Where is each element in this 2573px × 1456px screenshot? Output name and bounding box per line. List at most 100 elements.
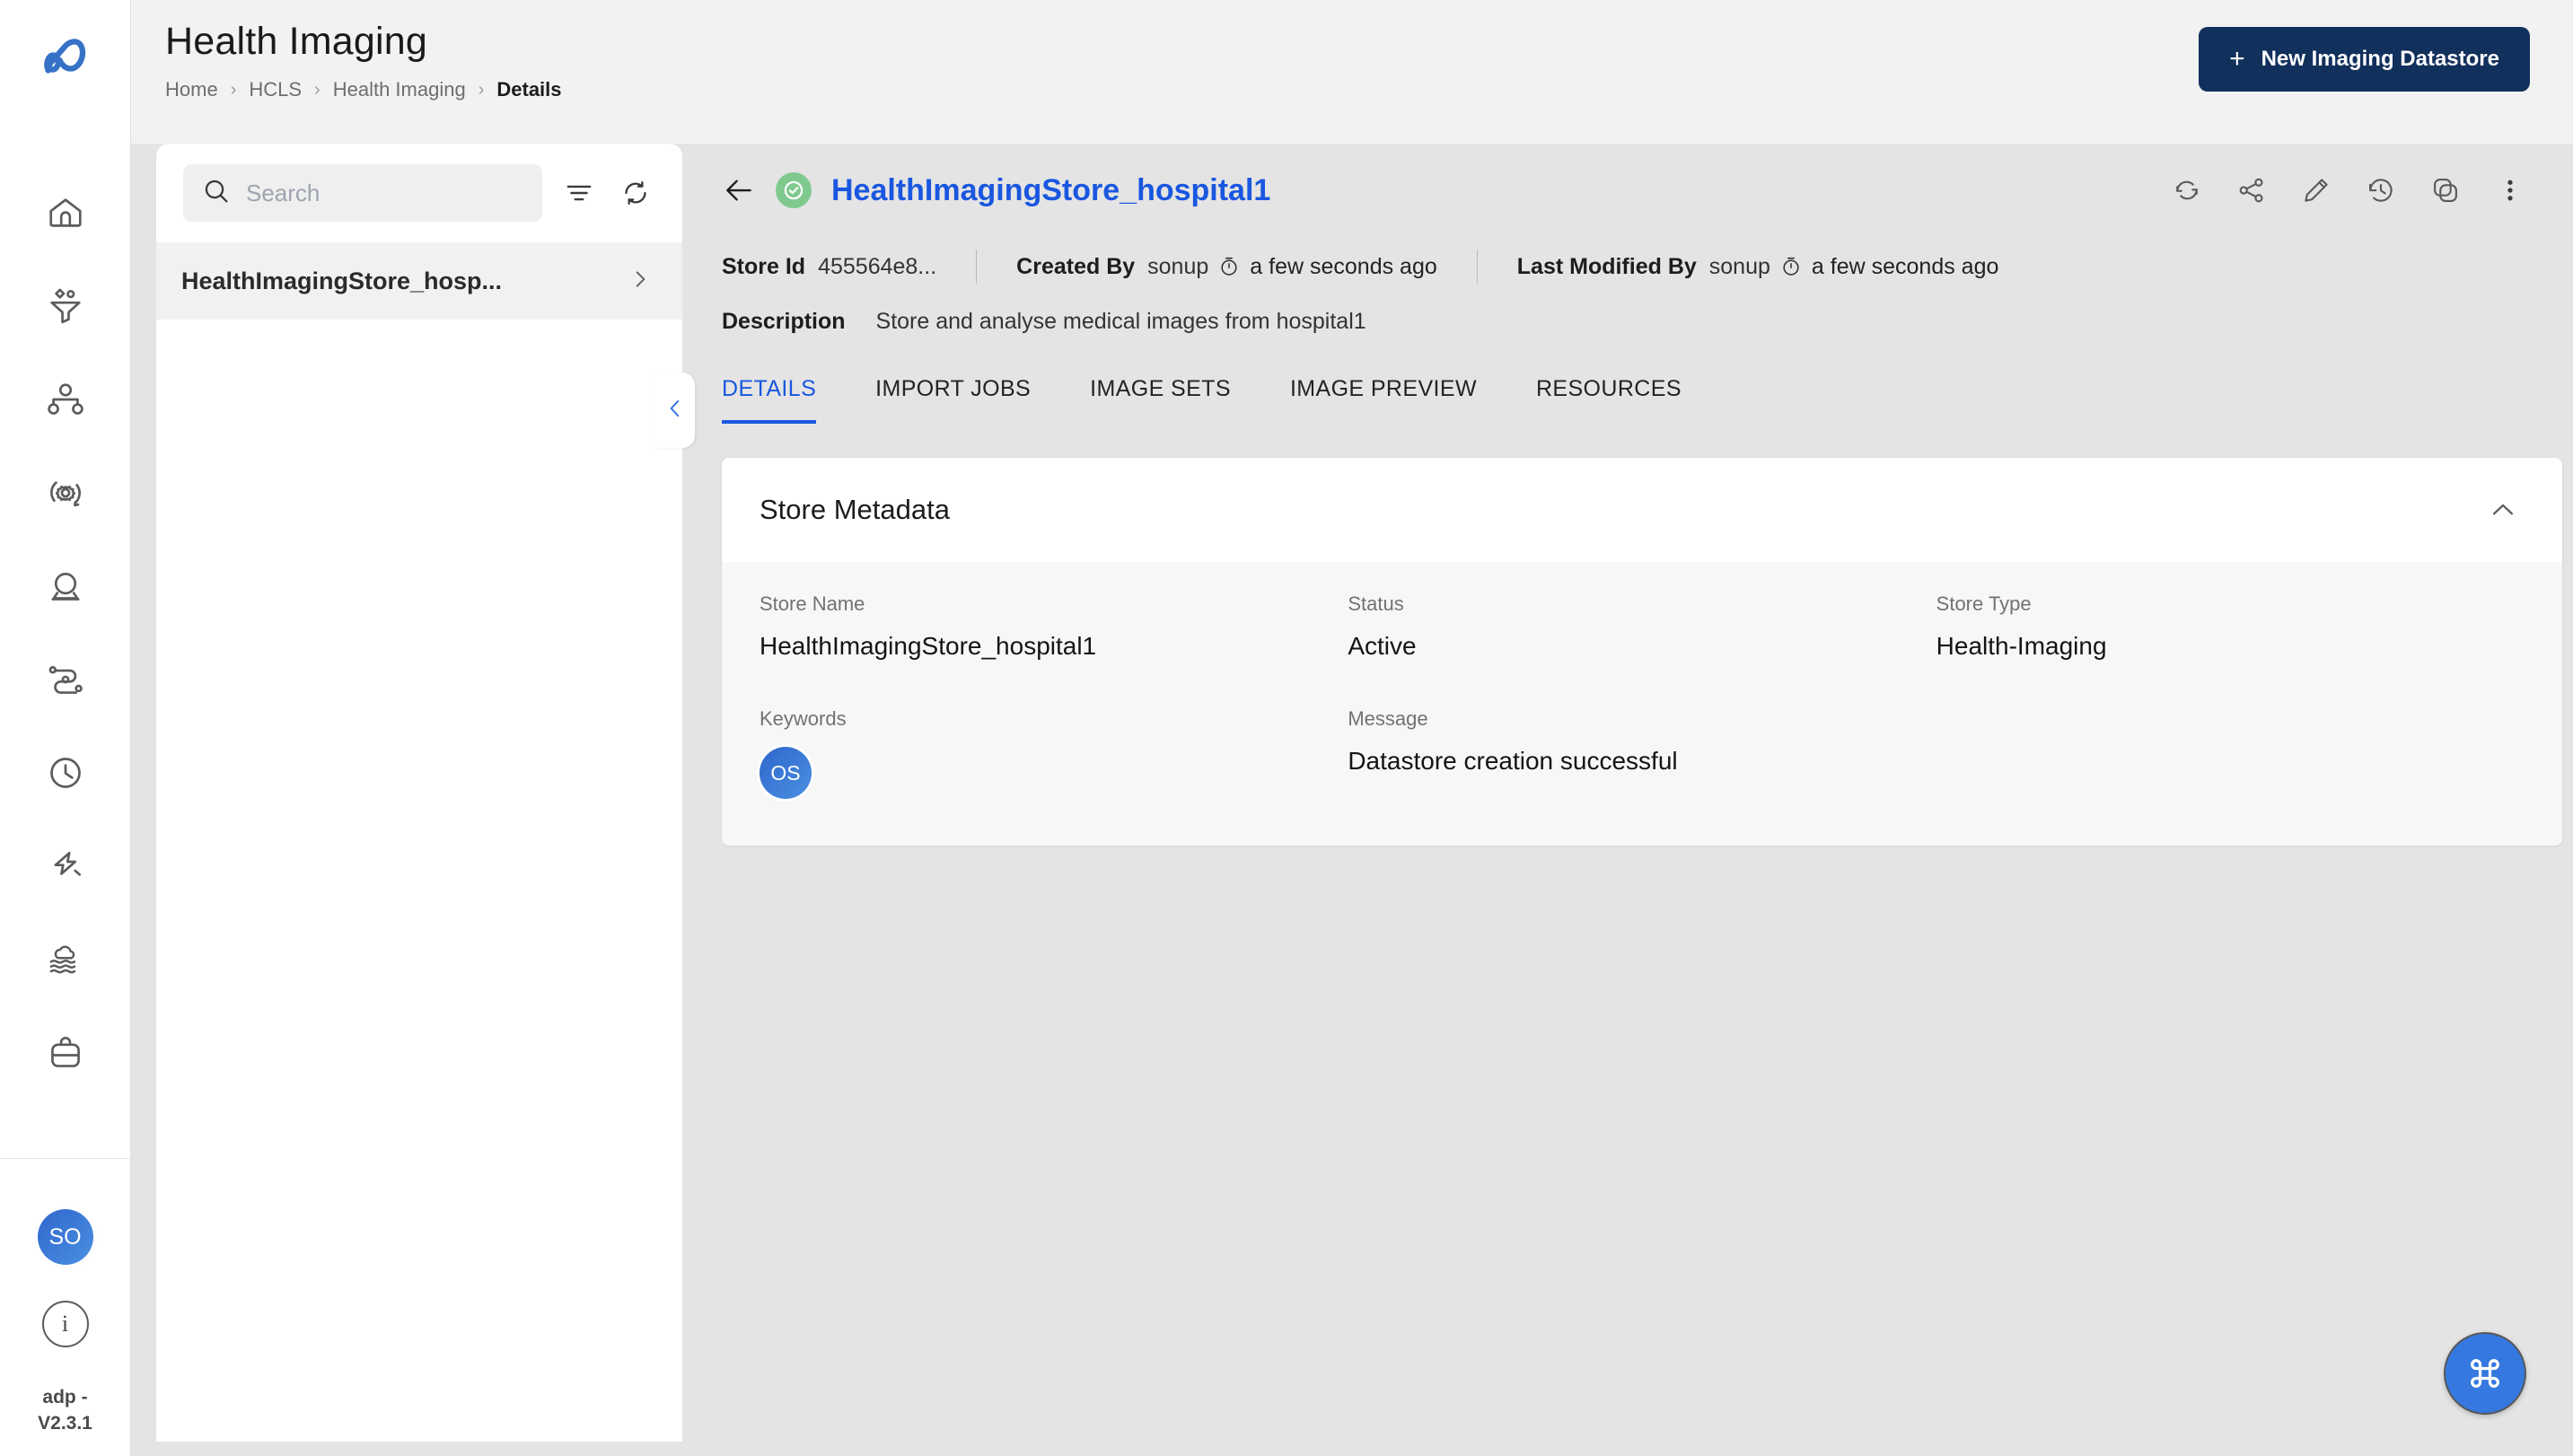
new-imaging-datastore-label: New Imaging Datastore xyxy=(2261,47,2499,71)
detail-actions xyxy=(2167,171,2533,210)
chevron-right-icon: › xyxy=(478,79,485,100)
sidebar-item-hierarchy[interactable] xyxy=(38,372,93,427)
breadcrumb: Home › HCLS › Health Imaging › Details xyxy=(165,78,562,101)
app-logo[interactable] xyxy=(0,0,130,110)
new-imaging-datastore-button[interactable]: + New Imaging Datastore xyxy=(2199,27,2530,92)
sidebar-item-pipeline[interactable] xyxy=(38,652,93,707)
field-value: Active xyxy=(1348,632,1417,660)
detail-header: HealthImagingStore_hospital1 xyxy=(722,144,2533,210)
field-label: Keywords xyxy=(760,707,847,730)
command-icon xyxy=(2471,1359,2499,1388)
tab-import-jobs[interactable]: IMPORT JOBS xyxy=(875,376,1031,424)
top-bar: Health Imaging Home › HCLS › Health Imag… xyxy=(131,0,2573,144)
detail-tabs: DETAILS IMPORT JOBS IMAGE SETS IMAGE PRE… xyxy=(722,376,2533,424)
metadata-row-2: Keywords OS Message Datastore creation s… xyxy=(760,707,2525,799)
chevron-right-icon: › xyxy=(230,79,237,100)
breadcrumb-item-hcls[interactable]: HCLS xyxy=(249,78,302,101)
divider xyxy=(976,250,978,284)
field-message: Message Datastore creation successful xyxy=(1348,707,1936,799)
sync-icon[interactable] xyxy=(2167,171,2207,210)
check-circle-icon xyxy=(776,172,812,208)
content-body: HealthImagingStore_hosp... xyxy=(131,144,2573,1456)
description-value: Store and analyse medical images from ho… xyxy=(875,309,1366,334)
card-title: Store Metadata xyxy=(760,494,950,525)
store-id-value: 455564e8... xyxy=(818,253,937,279)
metadata-row-1: Store Name HealthImagingStore_hospital1 … xyxy=(760,592,2525,661)
main-area: Health Imaging Home › HCLS › Health Imag… xyxy=(131,0,2573,1456)
store-id-label: Store Id xyxy=(722,253,806,279)
detail-title[interactable]: HealthImagingStore_hospital1 xyxy=(831,173,1270,208)
chevron-up-icon[interactable] xyxy=(2481,488,2525,531)
sidebar-item-basket[interactable] xyxy=(38,1025,93,1081)
divider xyxy=(1476,250,1478,284)
clock-icon xyxy=(1217,255,1241,278)
share-icon[interactable] xyxy=(2232,171,2271,210)
breadcrumb-item-home[interactable]: Home xyxy=(165,78,218,101)
created-by-label: Created By xyxy=(1016,253,1136,279)
chevron-left-icon xyxy=(663,391,687,430)
last-modified-user: sonup xyxy=(1708,253,1770,279)
last-modified-label: Last Modified By xyxy=(1516,253,1697,279)
clock-icon xyxy=(1779,255,1803,278)
plus-icon: + xyxy=(2229,44,2245,74)
collapse-panel-button[interactable] xyxy=(655,373,695,448)
title-block: Health Imaging Home › HCLS › Health Imag… xyxy=(165,20,562,101)
breadcrumb-item-details: Details xyxy=(496,78,562,101)
command-palette-button[interactable] xyxy=(2444,1332,2526,1415)
field-status: Status Active xyxy=(1348,592,1936,661)
arrow-left-icon[interactable] xyxy=(722,173,756,207)
app-root: SO i adp - V2.3.1 Health Imaging Home › … xyxy=(0,0,2573,1456)
field-label: Store Type xyxy=(1936,592,2032,615)
card-body: Store Name HealthImagingStore_hospital1 … xyxy=(722,562,2562,846)
refresh-icon[interactable] xyxy=(615,171,655,215)
sidebar-item-insights[interactable] xyxy=(38,558,93,614)
detail-panel: HealthImagingStore_hospital1 Store Id 45… xyxy=(682,144,2573,1456)
search-input-wrapper[interactable] xyxy=(183,164,543,222)
created-by-user: sonup xyxy=(1147,253,1209,279)
sidebar-item-settings-sync[interactable] xyxy=(38,465,93,521)
chevron-right-icon: › xyxy=(314,79,321,100)
store-metadata-card: Store Metadata Store Name HealthImagingS… xyxy=(722,458,2562,846)
sidebar-item-lightning[interactable] xyxy=(38,838,93,894)
tab-details[interactable]: DETAILS xyxy=(722,376,817,424)
description-row: Description Store and analyse medical im… xyxy=(722,309,2533,335)
field-label: Message xyxy=(1348,707,1428,730)
history-icon[interactable] xyxy=(2361,171,2401,210)
last-modified-time: a few seconds ago xyxy=(1811,253,1999,279)
app-version: adp - V2.3.1 xyxy=(38,1387,92,1434)
field-value: HealthImagingStore_hospital1 xyxy=(760,632,1097,660)
created-by-time: a few seconds ago xyxy=(1250,253,1437,279)
filter-icon[interactable] xyxy=(558,171,599,215)
rail-footer: SO i adp - V2.3.1 xyxy=(0,1158,130,1456)
info-icon[interactable]: i xyxy=(41,1301,89,1348)
sidebar-item-funnel[interactable] xyxy=(38,278,93,334)
sidebar-item-home[interactable] xyxy=(38,185,93,241)
page-title: Health Imaging xyxy=(165,20,428,63)
chevron-right-icon xyxy=(628,268,652,295)
sidebar-item-history[interactable] xyxy=(38,745,93,801)
breadcrumb-item-health-imaging[interactable]: Health Imaging xyxy=(333,78,466,101)
search-card xyxy=(156,144,682,242)
field-value: Health-Imaging xyxy=(1936,632,2107,660)
search-input[interactable] xyxy=(246,179,525,207)
list-empty-area xyxy=(156,320,682,1442)
tab-resources[interactable]: RESOURCES xyxy=(1536,376,1682,424)
description-label: Description xyxy=(722,309,846,334)
tab-image-preview[interactable]: IMAGE PREVIEW xyxy=(1290,376,1477,424)
edit-pencil-icon[interactable] xyxy=(2296,171,2336,210)
detail-title-group: HealthImagingStore_hospital1 xyxy=(722,172,1270,208)
sidebar-item-data-lake[interactable] xyxy=(38,932,93,987)
duplicate-icon[interactable] xyxy=(2426,171,2465,210)
list-item[interactable]: HealthImagingStore_hosp... xyxy=(156,242,682,320)
field-store-name: Store Name HealthImagingStore_hospital1 xyxy=(760,592,1348,661)
keyword-badge[interactable]: OS xyxy=(760,747,812,799)
field-value: Datastore creation successful xyxy=(1348,747,1678,775)
detail-meta-row: Store Id 455564e8... Created By sonup a … xyxy=(722,250,2533,284)
more-vertical-icon[interactable] xyxy=(2490,171,2530,210)
tab-image-sets[interactable]: IMAGE SETS xyxy=(1090,376,1231,424)
rail-nav-items xyxy=(38,110,93,1158)
datastore-list-panel: HealthImagingStore_hosp... xyxy=(156,144,695,1456)
search-icon xyxy=(201,176,232,211)
avatar[interactable]: SO xyxy=(37,1209,93,1266)
left-nav-rail: SO i adp - V2.3.1 xyxy=(0,0,131,1456)
